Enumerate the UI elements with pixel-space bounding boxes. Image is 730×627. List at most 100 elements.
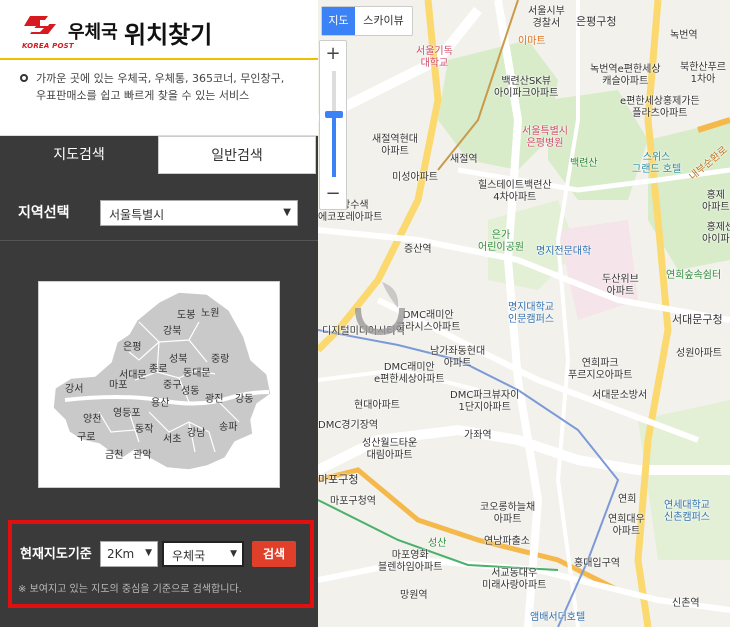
district-jungnang[interactable]: 중랑 [211, 350, 229, 365]
region-label: 지역선택 [18, 205, 70, 221]
region-selected-value: 서울특별시 [109, 208, 165, 222]
search-note: ※ 보여지고 있는 지도의 중심을 기준으로 검색합니다. [18, 584, 242, 595]
district-seongbuk[interactable]: 성북 [169, 350, 187, 365]
map-label-seodaemun-fire: 서대문소방서 [592, 390, 648, 401]
map-center-marker-icon [355, 282, 405, 336]
map-label-seongsan: 성산 [428, 538, 447, 549]
district-gangbuk[interactable]: 강북 [163, 322, 181, 337]
district-junggu[interactable]: 중구 [163, 376, 181, 391]
zoom-out-button[interactable]: − [320, 181, 346, 207]
map-label-yonsei-university: 연세대학교 신촌캠퍼스 [664, 500, 710, 523]
map-label-baengnyeonsan: 백련산 [570, 158, 598, 169]
map-label-baengnyeon-sk: 백련산SK뷰 아이파크아파트 [494, 76, 559, 99]
district-seocho[interactable]: 서초 [163, 430, 181, 445]
map-label-doosan-weve: 두산위브 아파트 [602, 274, 639, 297]
map-label-misung-apt: 미성아파트 [392, 172, 438, 183]
map-label-seogyo-daewoo: 서교동대우 미래사랑아파트 [482, 568, 547, 591]
map-label-seoul-police: 서울시부 경찰서 [528, 6, 565, 29]
map-label-dmc-raemian-eapt: DMC래미안 e편한세상아파트 [374, 362, 445, 385]
region-select[interactable]: 서울특별시 ▼ [100, 200, 298, 226]
district-yangcheon[interactable]: 양천 [83, 410, 101, 425]
map-label-seoul-hospital: 서울특별시 은평병원 [522, 126, 568, 149]
map-label-hillstate: 힐스테이트백련산 4차아파트 [478, 180, 552, 203]
district-songpa[interactable]: 송파 [219, 418, 237, 433]
office-type-value: 우체국 [172, 549, 206, 563]
description-text: 가까운 곳에 있는 우체국, 우체통, 365코너, 무인창구, 우표판매소를 … [36, 72, 285, 102]
search-button[interactable]: 검색 [252, 541, 296, 567]
map-label-eunga-park: 은가 어린이공원 [478, 230, 524, 253]
district-gangdong[interactable]: 강동 [235, 390, 253, 405]
seoul-district-map: 도봉 노원 강북 은평 성북 중랑 종로 동대문 서대문 마포 중구 성동 광진… [38, 281, 280, 488]
map-label-mangwon-station: 망원역 [400, 590, 428, 601]
map-label-hyundai-apt: 현대아파트 [354, 400, 400, 411]
divider [0, 240, 318, 241]
district-nowon[interactable]: 노원 [201, 304, 219, 319]
map-label-ambassador-hotel: 앰배서더호텔 [530, 612, 586, 623]
logo-text: KOREA POST [22, 42, 74, 50]
chevron-down-icon: ▼ [145, 548, 152, 558]
map-label-yeonhui-forest: 연희숲속쉼터 [666, 270, 722, 281]
map-label-christian-university: 서울기독 대학교 [416, 46, 453, 69]
zoom-in-button[interactable]: + [320, 41, 346, 67]
map-label-saejeol-hyundai: 새절역현대 아파트 [372, 134, 418, 157]
map-label-hongik-univ-station: 홍대입구역 [574, 558, 620, 569]
map-label-seodaemun-gu-office: 서대문구청 [672, 313, 723, 326]
tab-general-search[interactable]: 일반검색 [158, 136, 316, 174]
map-label-kolon-haneulchae: 코오롱하늘채 아파트 [480, 502, 536, 525]
district-yongsan[interactable]: 용산 [151, 394, 169, 409]
map-label-hongje-ipark: 홍제센아이파크 [702, 222, 730, 245]
map-label-mapo-blenheim: 마포영화 블렌하임아파트 [378, 550, 443, 573]
district-gangseo[interactable]: 강서 [65, 380, 83, 395]
office-type-select[interactable]: 우체국 ▼ [162, 541, 244, 567]
map-label-sungwon-apt: 성원아파트 [676, 348, 722, 359]
distance-select[interactable]: 2Km ▼ [100, 541, 158, 567]
map-label-myongji-university: 명지대학교 인문캠퍼스 [508, 302, 554, 325]
map-label-yeonnam-police: 연남파출소 [484, 536, 530, 547]
map-label-yeonhui-station: 연희 [618, 494, 637, 505]
district-dongjak[interactable]: 동작 [135, 420, 153, 435]
tab-map-search[interactable]: 지도검색 [0, 136, 158, 174]
district-yeongdeungpo[interactable]: 영등포 [113, 404, 141, 419]
zoom-level-fill [332, 117, 336, 177]
district-jongno[interactable]: 종로 [149, 360, 167, 375]
district-gwanak[interactable]: 관악 [133, 446, 151, 461]
map-label-swiss-grand-hotel: 스위스 그랜드 호텔 [632, 152, 682, 175]
district-dobong[interactable]: 도봉 [177, 306, 195, 321]
map-label-eunpyeong-gu-office: 은평구청 [576, 15, 617, 28]
district-gangnam[interactable]: 강남 [187, 424, 205, 439]
map-label-seongsan-worldtown: 성산월드타운 대림아파트 [362, 438, 418, 461]
map-label-nokbeon-castle: 녹번역e편한세상 캐슬아파트 [590, 64, 661, 87]
district-mapo[interactable]: 마포 [109, 376, 127, 391]
page-title: 위치찾기 [124, 21, 213, 49]
zoom-slider-handle[interactable] [325, 111, 343, 118]
map-label-dmc-parkview-xi: DMC파크뷰자이 1단지아파트 [450, 390, 520, 413]
map-label-mapo-gu-office-station: 마포구청역 [330, 496, 376, 507]
district-gwangjin[interactable]: 광진 [205, 390, 223, 405]
district-eunpyeong[interactable]: 은평 [123, 338, 141, 353]
district-guro[interactable]: 구로 [77, 428, 95, 443]
map-label-jeungsan-station: 증산역 [404, 244, 432, 255]
chevron-down-icon: ▼ [283, 207, 291, 218]
map-type-toggle: 지도 스카이뷰 [321, 6, 413, 36]
current-map-label: 현재지도기준 [20, 547, 92, 562]
map-label-hongje-1: 홍제 아파트 [702, 190, 730, 213]
title-post: 우체국 [68, 22, 118, 43]
map-label-myongji-college: 명지전문대학 [536, 246, 592, 257]
map-label-dmc-stadium-station: DMC경기장역 [318, 420, 379, 431]
map-type-map-button[interactable]: 지도 [322, 7, 355, 35]
district-seongdong[interactable]: 성동 [181, 382, 199, 397]
header: KOREA POST 우체국 위치찾기 [0, 0, 318, 60]
map-label-bukhansan: 북한산푸르 1차아 [680, 62, 726, 85]
left-panel: KOREA POST 우체국 위치찾기 가까운 곳에 있는 우체국, 우체통, … [0, 0, 318, 627]
map-label-emart: 이마트 [518, 36, 546, 47]
map-type-skyview-button[interactable]: 스카이뷰 [355, 7, 412, 35]
map-label-nokbeon-station: 녹번역 [670, 30, 698, 41]
map-label-yeonhui-daewoo: 연희대우 아파트 [608, 514, 645, 537]
distance-value: 2Km [107, 547, 135, 561]
map-label-mapo-gu-office: 마포구청 [318, 473, 359, 486]
search-tabs: 지도검색 일반검색 [0, 136, 318, 174]
district-geumcheon[interactable]: 금천 [105, 446, 123, 461]
map-label-sinchon-station: 신촌역 [672, 598, 700, 609]
map-label-saejeol-station: 새절역 [450, 154, 478, 165]
district-dongdaemun[interactable]: 동대문 [183, 364, 211, 379]
